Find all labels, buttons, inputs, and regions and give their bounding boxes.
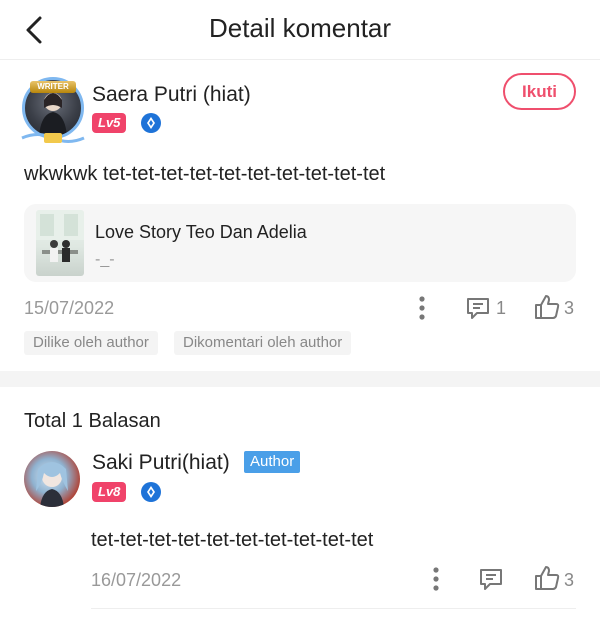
username[interactable]: Saera Putri (hiat) xyxy=(92,82,251,108)
comment-text: wkwkwk tet-tet-tet-tet-tet-tet-tet-tet-t… xyxy=(24,163,386,185)
reply-date: 16/07/2022 xyxy=(91,570,182,590)
like-count: 3 xyxy=(564,570,575,590)
like-count: 3 xyxy=(564,298,575,318)
replies-title: Total 1 Balasan xyxy=(24,410,161,432)
book-subtitle: -_- xyxy=(95,251,115,268)
level-badge: Lv8 xyxy=(92,482,127,502)
follow-button[interactable]: Ikuti xyxy=(503,73,576,110)
main-comment: WRITER Saera Putri (hiat) Lv5 Ikuti wkwk… xyxy=(0,61,600,371)
thumbs-up-icon[interactable] xyxy=(533,564,561,592)
book-cover-image xyxy=(36,210,84,276)
thumbs-up-icon[interactable] xyxy=(533,293,561,321)
book-card[interactable]: Love Story Teo Dan Adelia -_- xyxy=(24,204,576,282)
comment-date: 15/07/2022 xyxy=(24,298,115,318)
avatar[interactable] xyxy=(24,451,80,507)
page-title: Detail komentar xyxy=(208,13,392,43)
avatar-figure xyxy=(36,462,68,507)
reply-count: 1 xyxy=(496,298,507,318)
section-divider xyxy=(0,371,600,387)
username[interactable]: Saki Putri(hiat) xyxy=(92,450,230,476)
more-options-icon[interactable] xyxy=(412,295,432,321)
writer-frame-badge: WRITER xyxy=(30,81,76,93)
avatar-frame-ribbon xyxy=(21,133,85,143)
tag-commented-by-author: Dikomentari oleh author xyxy=(174,331,352,355)
reply-icon[interactable] xyxy=(478,566,504,592)
book-title: Love Story Teo Dan Adelia xyxy=(95,222,307,242)
tag-liked-by-author: Dilike oleh author xyxy=(24,331,158,355)
level-badge: Lv5 xyxy=(92,113,127,133)
more-options-icon[interactable] xyxy=(426,566,446,592)
vip-diamond-icon xyxy=(141,482,161,502)
top-bar: Detail komentar xyxy=(0,0,600,60)
author-badge: Author xyxy=(244,451,301,473)
vip-diamond-icon xyxy=(141,113,161,133)
reply-icon[interactable] xyxy=(465,295,491,321)
reply-text: tet-tet-tet-tet-tet-tet-tet-tet-tet-tet xyxy=(91,529,374,551)
reply-divider xyxy=(91,608,576,609)
